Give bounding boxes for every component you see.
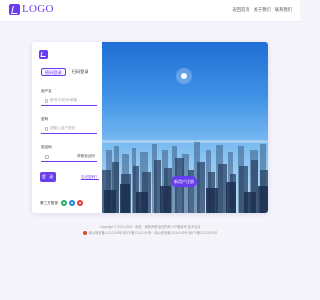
tab-qrcode-login[interactable]: 扫码登录 [69, 68, 92, 76]
login-button[interactable]: 登 录 [40, 172, 56, 182]
top-navbar: LOGO 返回首页 关于我们 联系我们 [0, 0, 300, 22]
nav-link-contact[interactable]: 联系我们 [275, 7, 292, 13]
forgot-password-link[interactable]: 忘记密码？ [81, 175, 99, 180]
nav-link-about[interactable]: 关于我们 [254, 7, 271, 13]
password-label: 密码 [41, 117, 49, 121]
weibo-icon[interactable] [76, 200, 83, 206]
password-field[interactable]: 请输入用户密码 [41, 124, 97, 134]
username-placeholder: 账号/手机号/邮箱 [50, 98, 78, 102]
wechat-icon[interactable] [60, 200, 67, 206]
form-logo-icon [39, 50, 48, 59]
police-badge-icon [82, 230, 87, 235]
login-tabs: 密码登录 扫码登录 [41, 68, 97, 78]
login-card: 密码登录 扫码登录 用户名 账号/手机号/邮箱 密码 请输入用户密码 验证码 获… [32, 42, 268, 213]
qq-icon[interactable] [68, 200, 75, 206]
login-form: 密码登录 扫码登录 用户名 账号/手机号/邮箱 密码 请输入用户密码 验证码 获… [32, 42, 102, 213]
site-logo[interactable]: LOGO [9, 4, 54, 15]
captcha-get-button[interactable]: 获取验证码 [77, 154, 95, 159]
username-label: 用户名 [41, 89, 52, 93]
username-field[interactable]: 账号/手机号/邮箱 [41, 96, 97, 106]
logo-mark-icon [9, 4, 20, 15]
captcha-checkbox-icon [45, 154, 49, 159]
footer-icp: 赣公网安备12110100号 赣ICP备12110100号 · 赣公网安备121… [0, 230, 300, 235]
footer-icp-text: 赣公网安备12110100号 赣ICP备12110100号 · 赣公网安备121… [88, 231, 218, 235]
city-skyline-illustration [102, 68, 268, 213]
top-nav: 返回首页 关于我们 联系我们 [232, 7, 292, 13]
city-banner-image: 新用户注册 [102, 42, 268, 213]
tab-password-login[interactable]: 密码登录 [41, 68, 66, 76]
third-party-login: 第三方登录 [40, 200, 83, 206]
logo-text: LOGO [22, 3, 54, 15]
nav-link-home[interactable]: 返回首页 [232, 7, 249, 13]
captcha-label: 验证码 [41, 145, 52, 149]
captcha-field[interactable]: 获取验证码 [41, 152, 97, 162]
register-button[interactable]: 新用户注册 [171, 176, 197, 187]
user-icon [45, 98, 48, 103]
lock-icon [45, 126, 48, 131]
password-placeholder: 请输入用户密码 [50, 126, 76, 130]
footer-copyright: Copyright © 2019-2023 · 版权 · 美篇声明 版权所有 I… [99, 225, 201, 229]
third-party-label: 第三方登录 [40, 200, 58, 205]
